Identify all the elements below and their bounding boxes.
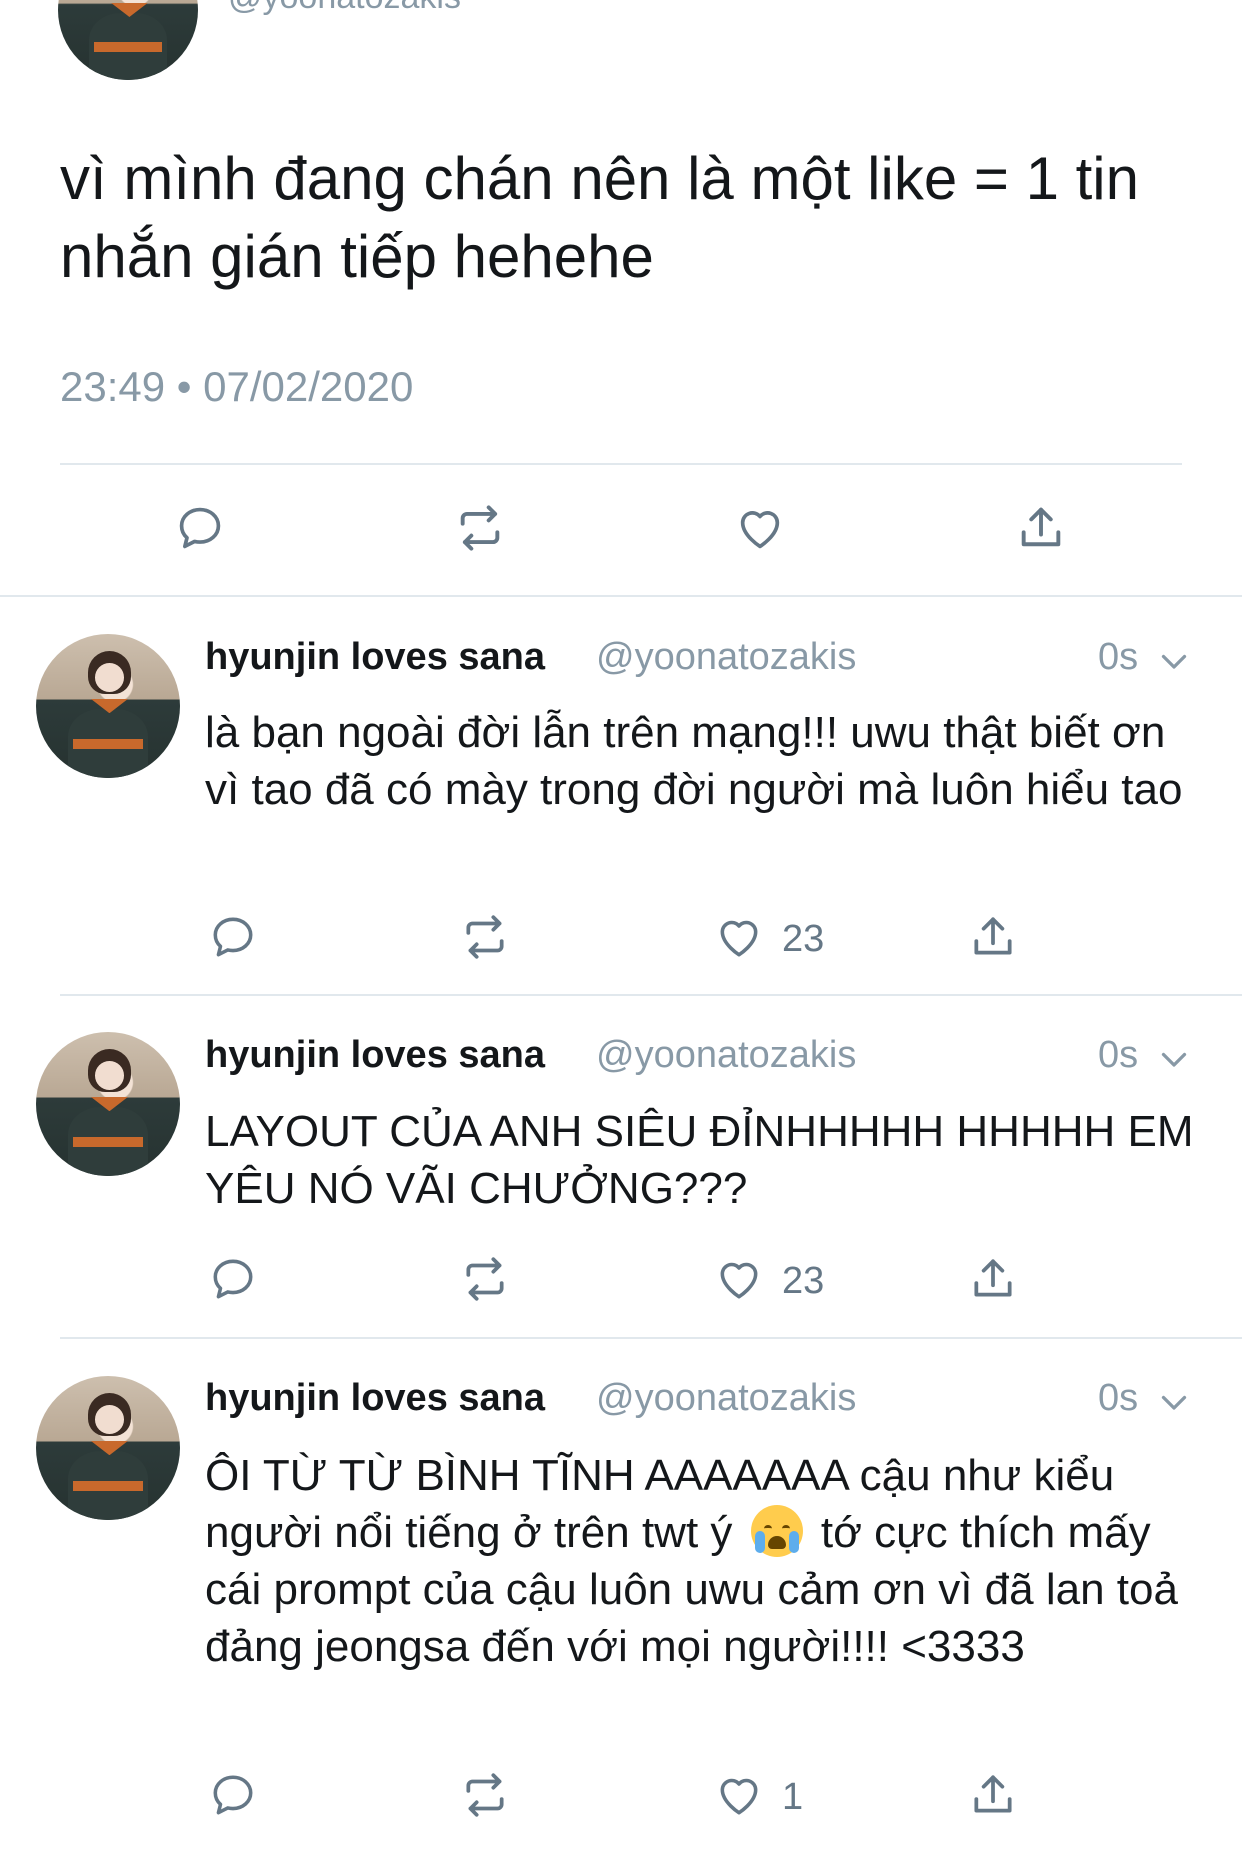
heart-icon[interactable]	[714, 1254, 764, 1304]
divider	[60, 463, 1182, 465]
reply-text: LAYOUT CỦA ANH SIÊU ĐỈNHHHHH HHHHH EM YÊ…	[205, 1107, 1194, 1213]
reply-timestamp: 0s	[1098, 1377, 1139, 1419]
reply-author-name[interactable]: hyunjin loves sana	[205, 636, 545, 679]
reply-author-handle[interactable]: @yoonatozakis	[596, 636, 856, 679]
reply-timestamp: 0s	[1098, 636, 1139, 678]
like-count: 1	[782, 1776, 804, 1818]
avatar[interactable]	[36, 1032, 180, 1176]
main-handle[interactable]: @yoonatozakis	[228, 0, 461, 17]
heart-icon[interactable]	[714, 912, 764, 962]
reply-icon[interactable]	[208, 912, 258, 962]
share-icon[interactable]	[968, 912, 1018, 962]
chevron-down-icon[interactable]	[1156, 1041, 1192, 1077]
reply-author-name[interactable]: hyunjin loves sana	[205, 1377, 545, 1420]
reply-text: là bạn ngoài đời lẫn trên mạng!!! uwu th…	[205, 708, 1183, 814]
share-icon[interactable]	[968, 1254, 1018, 1304]
retweet-icon[interactable]	[460, 912, 510, 962]
divider	[60, 994, 1242, 996]
heart-icon[interactable]	[734, 502, 786, 554]
crying-face-icon	[750, 1505, 803, 1557]
divider	[0, 595, 1242, 597]
divider	[60, 1337, 1242, 1339]
like-count: 23	[782, 918, 825, 960]
like-count: 23	[782, 1260, 825, 1302]
chevron-down-icon[interactable]	[1156, 1384, 1192, 1420]
heart-icon[interactable]	[714, 1770, 764, 1820]
reply-icon[interactable]	[208, 1770, 258, 1820]
share-icon[interactable]	[968, 1770, 1018, 1820]
reply-author-name[interactable]: hyunjin loves sana	[205, 1034, 545, 1077]
retweet-icon[interactable]	[460, 1770, 510, 1820]
reply-icon[interactable]	[208, 1254, 258, 1304]
retweet-icon[interactable]	[460, 1254, 510, 1304]
retweet-icon[interactable]	[454, 502, 506, 554]
share-icon[interactable]	[1015, 502, 1067, 554]
reply-author-handle[interactable]: @yoonatozakis	[596, 1034, 856, 1077]
avatar[interactable]	[36, 1376, 180, 1520]
main-timestamp[interactable]: 23:49 • 07/02/2020	[60, 363, 413, 411]
reply-timestamp: 0s	[1098, 1034, 1139, 1076]
avatar[interactable]	[36, 634, 180, 778]
reply-author-handle[interactable]: @yoonatozakis	[596, 1377, 856, 1420]
main-tweet-text: vì mình đang chán nên là một like = 1 ti…	[60, 145, 1139, 290]
reply-text: ÔI TỪ TỪ BÌNH TĨNH AAAAAAA cậu như kiểu …	[205, 1447, 1195, 1675]
reply-icon[interactable]	[174, 502, 226, 554]
main-avatar[interactable]	[58, 0, 198, 80]
chevron-down-icon[interactable]	[1156, 643, 1192, 679]
